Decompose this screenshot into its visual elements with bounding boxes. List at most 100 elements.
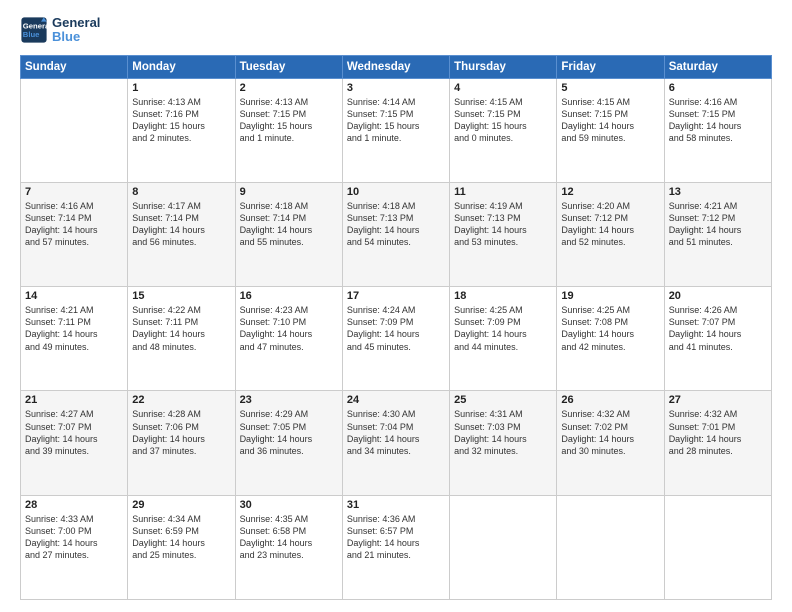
day-number: 10 [347, 186, 445, 198]
day-info: Sunrise: 4:18 AM Sunset: 7:13 PM Dayligh… [347, 200, 445, 249]
day-number: 8 [132, 186, 230, 198]
calendar-cell-w0d6: 6 Sunrise: 4:16 AM Sunset: 7:15 PM Daylig… [664, 78, 771, 182]
day-info: Sunrise: 4:33 AM Sunset: 7:00 PM Dayligh… [25, 513, 123, 562]
day-number: 27 [669, 394, 767, 406]
weekday-header-wednesday: Wednesday [342, 55, 449, 78]
day-info: Sunrise: 4:29 AM Sunset: 7:05 PM Dayligh… [240, 408, 338, 457]
svg-text:Blue: Blue [23, 30, 40, 39]
calendar-cell-w1d3: 10 Sunrise: 4:18 AM Sunset: 7:13 PM Dayli… [342, 182, 449, 286]
day-info: Sunrise: 4:34 AM Sunset: 6:59 PM Dayligh… [132, 513, 230, 562]
calendar-cell-w2d5: 19 Sunrise: 4:25 AM Sunset: 7:08 PM Dayli… [557, 287, 664, 391]
day-info: Sunrise: 4:36 AM Sunset: 6:57 PM Dayligh… [347, 513, 445, 562]
day-number: 22 [132, 394, 230, 406]
day-number: 12 [561, 186, 659, 198]
day-info: Sunrise: 4:25 AM Sunset: 7:08 PM Dayligh… [561, 304, 659, 353]
day-info: Sunrise: 4:25 AM Sunset: 7:09 PM Dayligh… [454, 304, 552, 353]
weekday-header-friday: Friday [557, 55, 664, 78]
day-number: 19 [561, 290, 659, 302]
day-number: 6 [669, 82, 767, 94]
day-info: Sunrise: 4:28 AM Sunset: 7:06 PM Dayligh… [132, 408, 230, 457]
day-info: Sunrise: 4:19 AM Sunset: 7:13 PM Dayligh… [454, 200, 552, 249]
day-info: Sunrise: 4:35 AM Sunset: 6:58 PM Dayligh… [240, 513, 338, 562]
day-number: 4 [454, 82, 552, 94]
day-info: Sunrise: 4:15 AM Sunset: 7:15 PM Dayligh… [561, 96, 659, 145]
calendar-cell-w2d2: 16Sunrise: 4:23 AM Sunset: 7:10 PM Dayli… [235, 287, 342, 391]
calendar-cell-w3d6: 27Sunrise: 4:32 AM Sunset: 7:01 PM Dayli… [664, 391, 771, 495]
calendar-cell-w1d2: 9Sunrise: 4:18 AM Sunset: 7:14 PM Daylig… [235, 182, 342, 286]
svg-text:General: General [23, 22, 48, 31]
logo-icon: General Blue [20, 16, 48, 44]
weekday-header-saturday: Saturday [664, 55, 771, 78]
day-info: Sunrise: 4:15 AM Sunset: 7:15 PM Dayligh… [454, 96, 552, 145]
day-number: 21 [25, 394, 123, 406]
calendar-cell-w2d1: 15 Sunrise: 4:22 AM Sunset: 7:11 PM Dayli… [128, 287, 235, 391]
day-number: 7 [25, 186, 123, 198]
day-info: Sunrise: 4:31 AM Sunset: 7:03 PM Dayligh… [454, 408, 552, 457]
calendar-cell-w2d3: 17 Sunrise: 4:24 AM Sunset: 7:09 PM Dayli… [342, 287, 449, 391]
day-number: 24 [347, 394, 445, 406]
calendar-cell-w3d3: 24 Sunrise: 4:30 AM Sunset: 7:04 PM Dayli… [342, 391, 449, 495]
day-info: Sunrise: 4:16 AM Sunset: 7:15 PM Dayligh… [669, 96, 767, 145]
calendar-cell-w3d5: 26 Sunrise: 4:32 AM Sunset: 7:02 PM Dayli… [557, 391, 664, 495]
day-number: 26 [561, 394, 659, 406]
day-number: 15 [132, 290, 230, 302]
day-info: Sunrise: 4:17 AM Sunset: 7:14 PM Dayligh… [132, 200, 230, 249]
logo-text-blue: Blue [52, 30, 100, 44]
calendar-cell-w0d5: 5 Sunrise: 4:15 AM Sunset: 7:15 PM Daylig… [557, 78, 664, 182]
day-number: 11 [454, 186, 552, 198]
calendar-cell-w0d3: 3 Sunrise: 4:14 AM Sunset: 7:15 PM Daylig… [342, 78, 449, 182]
calendar-cell-w2d6: 20 Sunrise: 4:26 AM Sunset: 7:07 PM Dayli… [664, 287, 771, 391]
day-number: 2 [240, 82, 338, 94]
day-number: 23 [240, 394, 338, 406]
day-number: 25 [454, 394, 552, 406]
day-info: Sunrise: 4:26 AM Sunset: 7:07 PM Dayligh… [669, 304, 767, 353]
day-number: 28 [25, 499, 123, 511]
day-number: 9 [240, 186, 338, 198]
day-number: 5 [561, 82, 659, 94]
day-number: 31 [347, 499, 445, 511]
calendar-cell-w3d0: 21Sunrise: 4:27 AM Sunset: 7:07 PM Dayli… [21, 391, 128, 495]
calendar-cell-w4d6 [664, 495, 771, 599]
day-info: Sunrise: 4:22 AM Sunset: 7:11 PM Dayligh… [132, 304, 230, 353]
day-number: 16 [240, 290, 338, 302]
weekday-header-thursday: Thursday [450, 55, 557, 78]
day-number: 20 [669, 290, 767, 302]
calendar-cell-w4d3: 31 Sunrise: 4:36 AM Sunset: 6:57 PM Dayli… [342, 495, 449, 599]
weekday-header-sunday: Sunday [21, 55, 128, 78]
day-number: 3 [347, 82, 445, 94]
page-header: General Blue General Blue [20, 16, 772, 45]
day-number: 29 [132, 499, 230, 511]
day-info: Sunrise: 4:13 AM Sunset: 7:15 PM Dayligh… [240, 96, 338, 145]
calendar-cell-w3d2: 23 Sunrise: 4:29 AM Sunset: 7:05 PM Dayli… [235, 391, 342, 495]
calendar-cell-w0d4: 4 Sunrise: 4:15 AM Sunset: 7:15 PM Daylig… [450, 78, 557, 182]
day-info: Sunrise: 4:32 AM Sunset: 7:02 PM Dayligh… [561, 408, 659, 457]
day-number: 1 [132, 82, 230, 94]
day-info: Sunrise: 4:24 AM Sunset: 7:09 PM Dayligh… [347, 304, 445, 353]
calendar-cell-w3d1: 22 Sunrise: 4:28 AM Sunset: 7:06 PM Dayli… [128, 391, 235, 495]
day-number: 13 [669, 186, 767, 198]
calendar-cell-w3d4: 25 Sunrise: 4:31 AM Sunset: 7:03 PM Dayli… [450, 391, 557, 495]
calendar-cell-w4d0: 28 Sunrise: 4:33 AM Sunset: 7:00 PM Dayli… [21, 495, 128, 599]
calendar-cell-w4d2: 30 Sunrise: 4:35 AM Sunset: 6:58 PM Dayli… [235, 495, 342, 599]
calendar-cell-w0d1: 1Sunrise: 4:13 AM Sunset: 7:16 PM Daylig… [128, 78, 235, 182]
day-info: Sunrise: 4:30 AM Sunset: 7:04 PM Dayligh… [347, 408, 445, 457]
day-number: 18 [454, 290, 552, 302]
day-info: Sunrise: 4:20 AM Sunset: 7:12 PM Dayligh… [561, 200, 659, 249]
calendar-cell-w4d1: 29 Sunrise: 4:34 AM Sunset: 6:59 PM Dayli… [128, 495, 235, 599]
calendar-cell-w4d5 [557, 495, 664, 599]
day-info: Sunrise: 4:14 AM Sunset: 7:15 PM Dayligh… [347, 96, 445, 145]
calendar-cell-w1d1: 8 Sunrise: 4:17 AM Sunset: 7:14 PM Daylig… [128, 182, 235, 286]
calendar-cell-w0d0 [21, 78, 128, 182]
day-number: 14 [25, 290, 123, 302]
calendar-cell-w1d5: 12 Sunrise: 4:20 AM Sunset: 7:12 PM Dayli… [557, 182, 664, 286]
calendar-cell-w0d2: 2 Sunrise: 4:13 AM Sunset: 7:15 PM Daylig… [235, 78, 342, 182]
calendar-cell-w1d6: 13Sunrise: 4:21 AM Sunset: 7:12 PM Dayli… [664, 182, 771, 286]
calendar-cell-w1d4: 11 Sunrise: 4:19 AM Sunset: 7:13 PM Dayli… [450, 182, 557, 286]
weekday-header-tuesday: Tuesday [235, 55, 342, 78]
calendar-table: SundayMondayTuesdayWednesdayThursdayFrid… [20, 55, 772, 600]
calendar-cell-w4d4 [450, 495, 557, 599]
day-info: Sunrise: 4:21 AM Sunset: 7:11 PM Dayligh… [25, 304, 123, 353]
day-number: 30 [240, 499, 338, 511]
calendar-cell-w1d0: 7Sunrise: 4:16 AM Sunset: 7:14 PM Daylig… [21, 182, 128, 286]
day-number: 17 [347, 290, 445, 302]
